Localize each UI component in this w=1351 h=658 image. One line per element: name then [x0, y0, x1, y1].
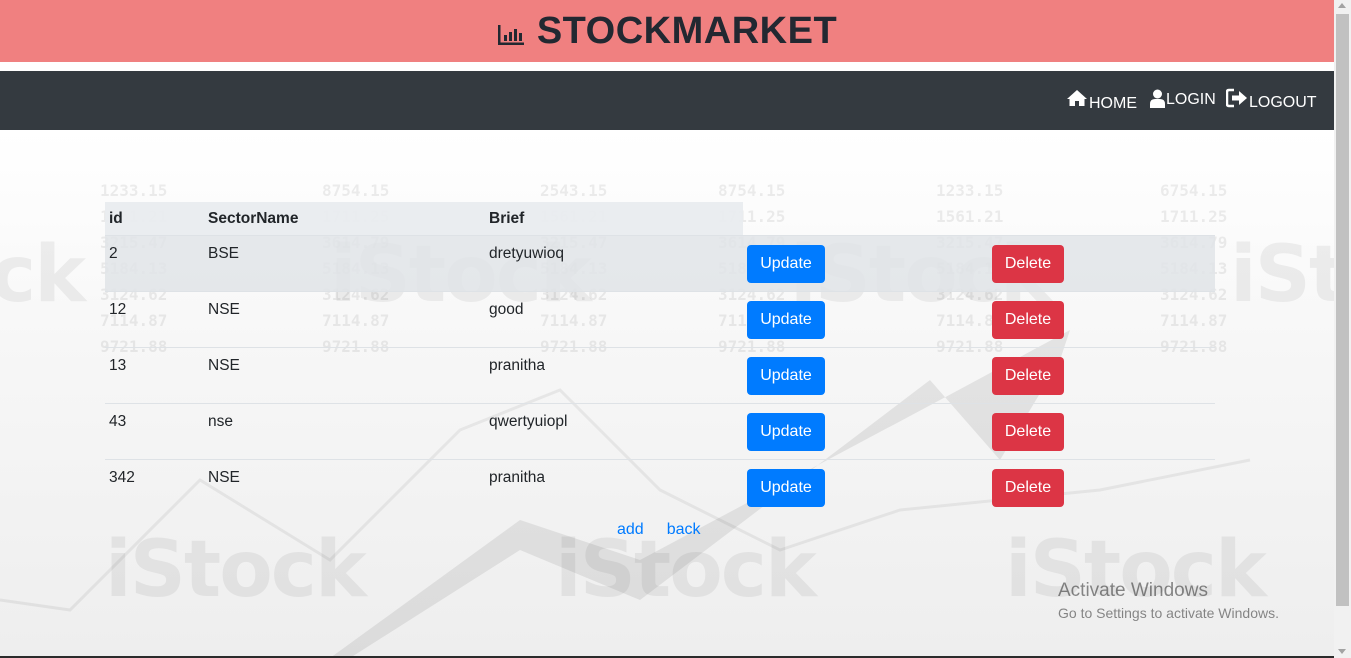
delete-button[interactable]: Delete — [992, 244, 1064, 283]
cell-update: Update — [743, 403, 986, 460]
activate-title: Activate Windows — [1058, 580, 1208, 601]
cell-sector: NSE — [204, 347, 485, 404]
column-header-id: id — [105, 202, 204, 236]
cell-sector: BSE — [204, 235, 485, 292]
update-button[interactable]: Update — [747, 356, 825, 395]
column-header-delete — [986, 202, 1215, 236]
cell-id: 43 — [105, 403, 204, 460]
cell-sector: NSE — [204, 291, 485, 348]
cell-update: Update — [743, 235, 986, 292]
nav-logout-label: LOGOUT — [1249, 93, 1317, 111]
home-icon — [1066, 89, 1089, 112]
bar-chart-icon — [497, 22, 525, 46]
update-button[interactable]: Update — [747, 468, 825, 507]
cell-id: 342 — [109, 469, 135, 486]
vertical-scrollbar[interactable] — [1334, 0, 1351, 658]
cell-update: Update — [743, 291, 986, 348]
navbar: HOME LOGIN LOGOUT — [0, 71, 1334, 130]
table-row: 12 NSE good Update Delete — [105, 291, 1215, 348]
table-row: 342 NSE pranitha Update Delete — [105, 460, 1215, 516]
cell-delete: Delete — [986, 235, 1215, 292]
cell-brief: pranitha — [489, 469, 546, 486]
user-icon — [1150, 89, 1166, 113]
cell-sector: nse — [204, 403, 485, 460]
back-link[interactable]: back — [667, 521, 701, 538]
footer-links: add back — [617, 521, 724, 539]
sector-table: id SectorName Brief 2 BSE dretyuwioq Upd… — [105, 202, 1215, 515]
scrollbar-thumb[interactable] — [1336, 14, 1349, 606]
column-header-update — [743, 202, 986, 236]
delete-button[interactable]: Delete — [992, 300, 1064, 339]
nav-home-link[interactable]: HOME — [1066, 71, 1137, 130]
update-button[interactable]: Update — [747, 244, 825, 283]
activate-subtitle: Go to Settings to activate Windows. — [1058, 605, 1279, 621]
cell-brief: qwertyuiopl — [485, 403, 743, 460]
table-header-row: id SectorName Brief — [105, 202, 1215, 236]
update-button[interactable]: Update — [747, 412, 825, 451]
add-link[interactable]: add — [617, 521, 644, 538]
sign-out-icon — [1225, 88, 1249, 113]
site-header: STOCKMARKET — [0, 0, 1334, 62]
cell-delete: Delete — [986, 403, 1215, 460]
scroll-down-icon[interactable] — [1338, 649, 1346, 654]
nav-logout-link[interactable]: LOGOUT — [1225, 71, 1317, 130]
cell-id: 13 — [105, 347, 204, 404]
table-row: 13 NSE pranitha Update Delete — [105, 347, 1215, 404]
cell-id: 12 — [105, 291, 204, 348]
cell-update: Update — [743, 347, 986, 404]
delete-button[interactable]: Delete — [992, 356, 1064, 395]
cell-update: Update — [743, 460, 986, 516]
table-row: 43 nse qwertyuiopl Update Delete — [105, 403, 1215, 460]
cell-brief: good — [485, 291, 743, 348]
scroll-up-icon[interactable] — [1338, 3, 1346, 8]
nav-home-label: HOME — [1089, 94, 1137, 112]
cell-delete: Delete — [986, 291, 1215, 348]
column-header-sectorname: SectorName — [204, 202, 485, 236]
site-title: STOCKMARKET — [536, 9, 838, 52]
cell-delete: Delete — [986, 347, 1215, 404]
nav-login-link[interactable]: LOGIN — [1150, 71, 1216, 130]
cell-id: 2 — [105, 235, 204, 292]
cell-brief: dretyuwioq — [485, 235, 743, 292]
table-row: 2 BSE dretyuwioq Update Delete — [105, 235, 1215, 292]
cell-sector: NSE — [208, 469, 240, 486]
windows-activation-watermark: Activate Windows Go to Settings to activ… — [1058, 580, 1279, 621]
nav-login-label: LOGIN — [1166, 90, 1216, 108]
cell-brief: pranitha — [485, 347, 743, 404]
delete-button[interactable]: Delete — [992, 412, 1064, 451]
delete-button[interactable]: Delete — [992, 468, 1064, 507]
update-button[interactable]: Update — [747, 300, 825, 339]
column-header-brief: Brief — [485, 202, 743, 236]
cell-delete: Delete — [986, 460, 1215, 516]
